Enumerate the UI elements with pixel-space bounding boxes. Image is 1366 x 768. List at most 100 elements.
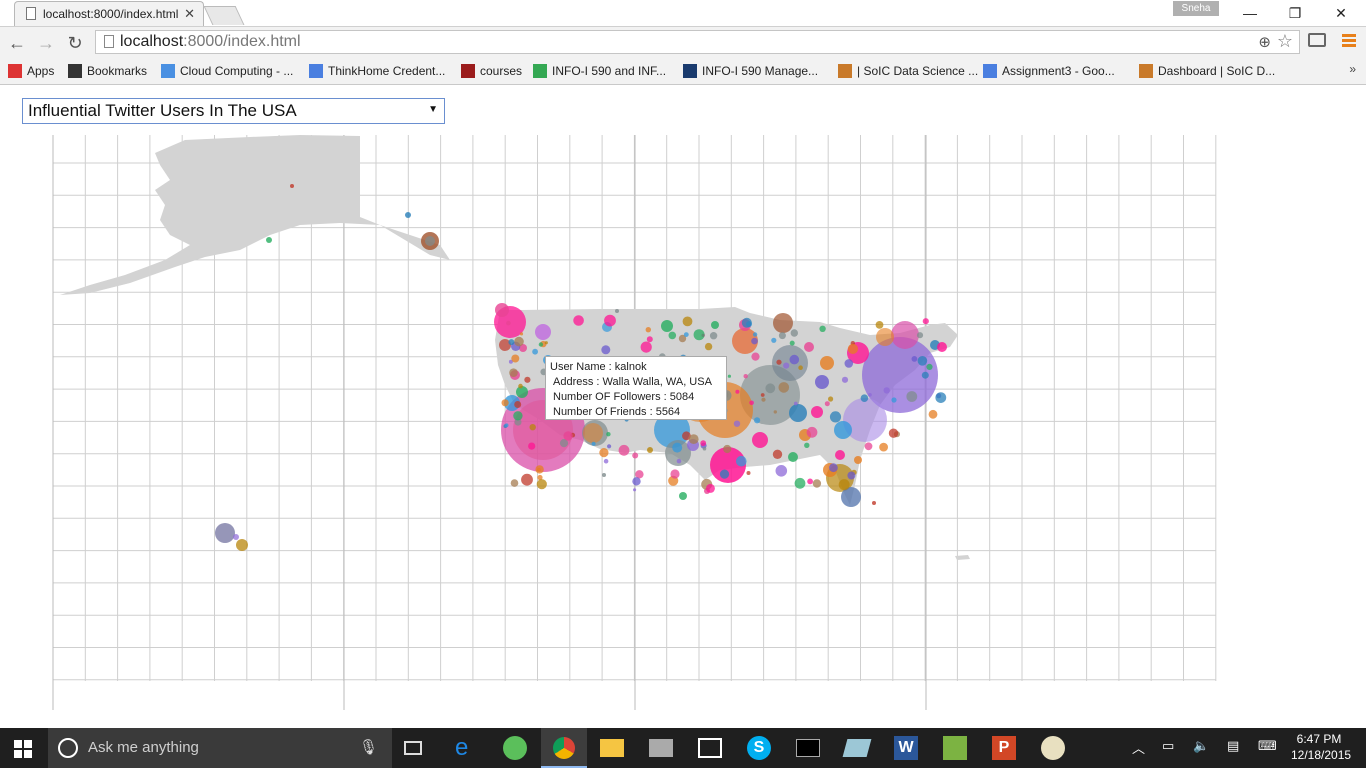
user-bubble (591, 441, 596, 446)
new-tab-button[interactable] (203, 6, 245, 25)
user-bubble (772, 449, 783, 459)
dataset-dropdown[interactable]: Influential Twitter Users In The USA ▼ (22, 98, 445, 124)
user-bubble (834, 421, 852, 439)
user-bubble (679, 492, 687, 500)
user-bubble (804, 342, 814, 352)
bookmark-item[interactable]: Assignment3 - Goo... (983, 62, 1115, 80)
user-bubble (746, 471, 751, 475)
user-bubble (743, 374, 748, 379)
page-content: Influential Twitter Users In The USA ▼ U… (0, 85, 1366, 728)
user-bubble (711, 321, 719, 329)
user-bubble (529, 424, 536, 431)
store-icon[interactable] (698, 738, 722, 758)
apps-grid-icon (8, 64, 22, 78)
network-app-icon[interactable] (649, 739, 673, 757)
spring-tool-icon[interactable] (503, 736, 527, 760)
browser-tab[interactable]: localhost:8000/index.html ✕ (14, 1, 204, 26)
user-bubble (509, 368, 518, 378)
user-bubble (506, 320, 511, 326)
user-bubble (723, 444, 732, 454)
soic-icon (1139, 64, 1153, 78)
powerpoint-icon[interactable]: P (992, 736, 1016, 760)
zoom-icon[interactable]: ⊕ (1258, 33, 1271, 51)
user-bubble (709, 332, 718, 340)
user-bubble (789, 404, 807, 422)
command-prompt-icon[interactable] (796, 739, 820, 757)
paint-icon[interactable] (1041, 736, 1065, 760)
user-bubble (536, 479, 547, 490)
notepad-icon[interactable] (842, 739, 872, 757)
user-bubble (538, 342, 544, 347)
bookmark-item[interactable]: courses (461, 62, 522, 80)
bookmark-item[interactable]: Apps (8, 62, 54, 80)
tooltip-followers: Number OF Followers : 5084 (553, 391, 695, 403)
keyboard-icon[interactable]: ⌨ (1258, 738, 1277, 754)
user-bubble (535, 324, 551, 340)
bookmark-item[interactable]: INFO-I 590 Manage... (683, 62, 818, 80)
user-bubble (705, 483, 715, 493)
chrome-icon (553, 737, 575, 759)
user-bubble (633, 488, 637, 492)
chevron-up-icon[interactable]: ︿ (1132, 738, 1145, 757)
bookmark-item[interactable]: Cloud Computing - ... (161, 62, 293, 80)
user-bubble (847, 343, 859, 354)
user-bubble (807, 478, 813, 485)
user-bubble (514, 336, 524, 347)
user-bubble (937, 342, 947, 352)
battery-icon[interactable]: ▭ (1162, 738, 1174, 754)
bookmark-label: Cloud Computing - ... (180, 64, 294, 78)
user-bubble (761, 397, 766, 402)
user-bubble (266, 237, 272, 243)
user-bubble (760, 393, 765, 397)
volume-icon[interactable]: 🔈 (1193, 738, 1209, 754)
restore-icon[interactable]: ❐ (1272, 2, 1318, 24)
notifications-icon[interactable]: ▤ (1227, 738, 1239, 754)
user-bubble (683, 332, 689, 337)
user-bubble (789, 340, 795, 346)
user-badge[interactable]: Sneha (1173, 1, 1219, 16)
google-icon (533, 64, 547, 78)
chrome-taskbar-button[interactable] (541, 728, 587, 768)
dropdown-arrow-icon[interactable]: ▼ (428, 104, 438, 115)
clock[interactable]: 6:47 PM 12/18/2015 (1291, 731, 1351, 763)
forward-icon[interactable]: → (34, 31, 58, 55)
minimize-icon[interactable]: — (1227, 2, 1273, 24)
edge-icon[interactable]: e (455, 736, 479, 760)
skype-icon[interactable]: S (747, 736, 771, 760)
user-bubble (501, 399, 509, 407)
bookmark-star-icon[interactable]: ☆ (1277, 31, 1293, 52)
microphone-icon[interactable]: 🎙 (359, 738, 378, 756)
user-bubble (752, 332, 758, 337)
chrome-menu-icon[interactable] (1342, 34, 1356, 49)
user-bubble (935, 392, 947, 403)
close-tab-icon[interactable]: ✕ (184, 6, 195, 22)
task-view-icon[interactable] (404, 741, 422, 755)
url-text[interactable]: localhost:8000/index.html (120, 33, 301, 51)
user-bubble (921, 371, 929, 379)
reload-icon[interactable]: ↻ (63, 31, 87, 55)
close-window-icon[interactable]: ✕ (1318, 2, 1364, 24)
cast-icon[interactable] (1308, 33, 1326, 47)
user-bubble (838, 479, 850, 491)
bookmark-item[interactable]: INFO-I 590 and INF... (533, 62, 666, 80)
chart-app-icon[interactable] (943, 736, 967, 760)
bookmark-item[interactable]: Dashboard | SoIC D... (1139, 62, 1275, 80)
bookmark-item[interactable]: Bookmarks (68, 62, 147, 80)
user-tooltip: User Name : kalnok Address : Walla Walla… (545, 356, 727, 420)
bookmarks-overflow-icon[interactable]: » (1349, 62, 1356, 76)
user-bubble (917, 356, 928, 366)
address-bar[interactable]: localhost:8000/index.html ⊕ ☆ (95, 30, 1300, 54)
cortana-search-box[interactable]: Ask me anything 🎙 (48, 728, 392, 768)
back-icon[interactable]: ← (5, 31, 29, 55)
bookmark-item[interactable]: | SoIC Data Science ... (838, 62, 978, 80)
user-bubble (521, 473, 533, 486)
user-bubble (819, 325, 826, 332)
user-bubble (514, 401, 522, 408)
windows-start-icon[interactable] (14, 740, 32, 758)
bookmark-item[interactable]: ThinkHome Credent... (309, 62, 445, 80)
user-bubble (778, 382, 790, 393)
user-bubble (735, 389, 740, 394)
file-explorer-icon[interactable] (600, 739, 624, 757)
user-bubble (645, 327, 651, 333)
word-icon[interactable]: W (894, 736, 918, 760)
